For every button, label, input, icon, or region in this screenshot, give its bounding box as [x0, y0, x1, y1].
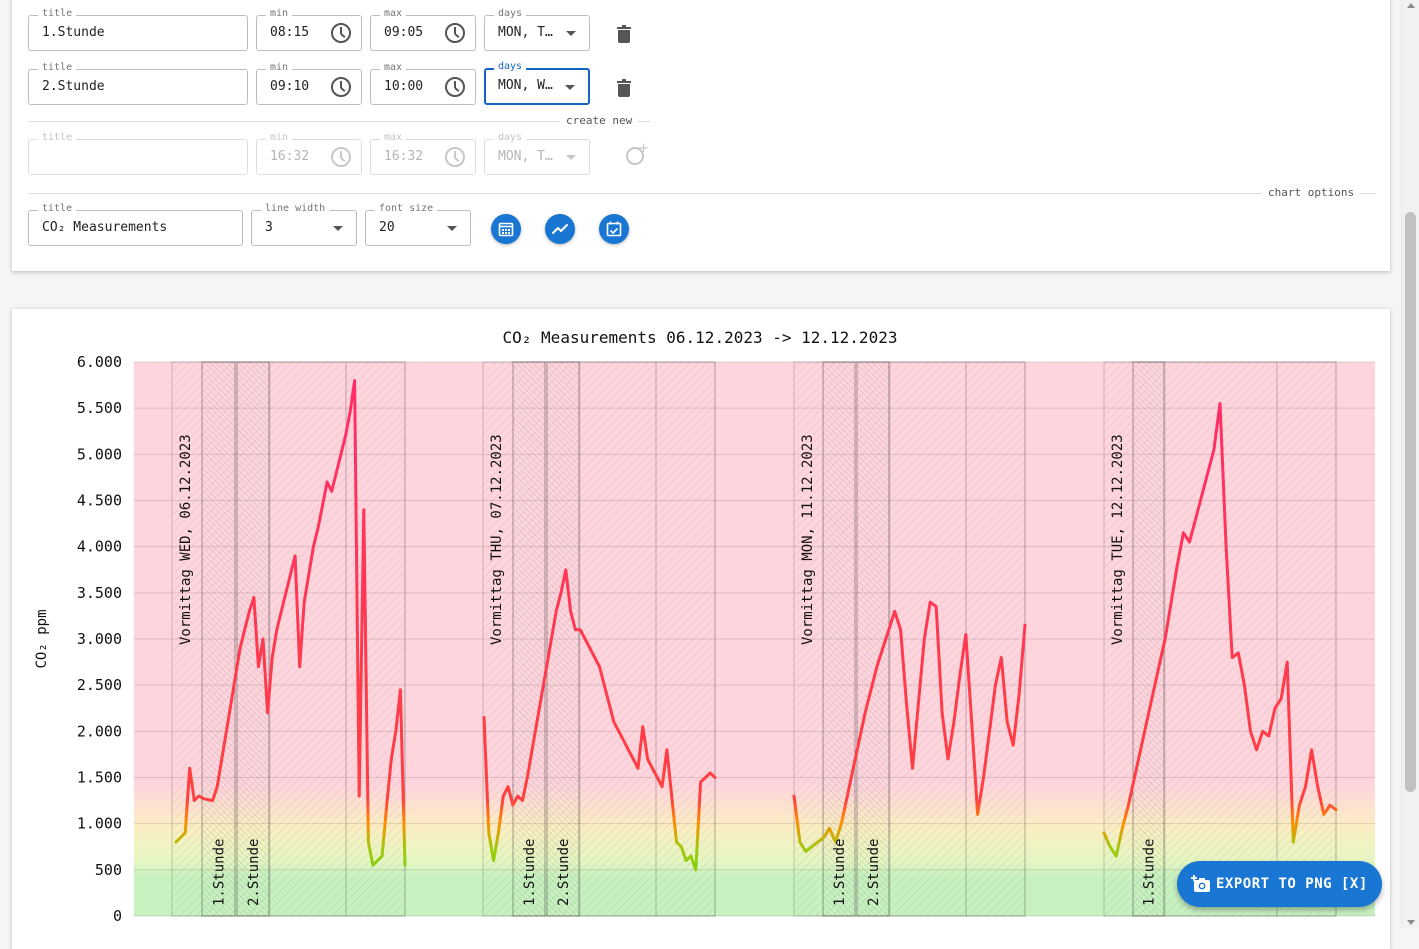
y-tick-label: 2.000 — [77, 722, 122, 740]
y-tick-label: 6.000 — [77, 353, 122, 371]
co2-chart: 0 500 1.000 1.500 2.000 2.500 3.000 3.500 4.000 4… — [34, 328, 1375, 925]
lesson-label: 2.Stunde — [556, 839, 572, 906]
vertical-scrollbar[interactable] — [1401, 0, 1419, 928]
add-photo-icon — [1191, 875, 1210, 892]
y-tick-label: 4.500 — [77, 492, 122, 510]
day-label: Vormittag WED, 06.12.2023 — [178, 434, 194, 645]
export-to-png-button[interactable]: EXPORT TO PNG [X] — [1177, 861, 1382, 907]
lesson-label: 1.Stunde — [522, 839, 538, 906]
scroll-down-arrow-icon[interactable] — [1407, 920, 1415, 925]
lesson-label: 1.Stunde — [832, 839, 848, 906]
lesson-label: 2.Stunde — [246, 839, 262, 906]
y-axis-ticks: 0 500 1.000 1.500 2.000 2.500 3.000 3.500 4.000 4… — [77, 353, 122, 925]
y-tick-label: 1.500 — [77, 769, 122, 787]
y-tick-label: 5.500 — [77, 399, 122, 417]
y-tick-label: 5.000 — [77, 445, 122, 463]
y-tick-label: 500 — [95, 861, 122, 879]
lesson-band — [1132, 361, 1165, 917]
lesson-band — [856, 361, 890, 917]
y-tick-label: 0 — [113, 907, 122, 925]
y-tick-label: 2.500 — [77, 676, 122, 694]
y-tick-label: 4.000 — [77, 538, 122, 556]
lesson-label: 1.Stunde — [212, 839, 228, 906]
day-label: Vormittag THU, 07.12.2023 — [489, 434, 505, 645]
lesson-label: 2.Stunde — [866, 839, 882, 906]
y-tick-label: 3.000 — [77, 630, 122, 648]
lesson-band — [201, 361, 236, 917]
y-axis-label: CO₂ ppm — [34, 609, 50, 668]
scroll-thumb[interactable] — [1405, 212, 1416, 792]
day-label: Vormittag MON, 11.12.2023 — [800, 434, 816, 645]
day-label: Vormittag TUE, 12.12.2023 — [1110, 434, 1126, 645]
lesson-label: 1.Stunde — [1142, 839, 1158, 906]
chart-title: CO₂ Measurements 06.12.2023 -> 12.12.202… — [503, 328, 898, 347]
y-tick-label: 1.000 — [77, 815, 122, 833]
scroll-up-arrow-icon[interactable] — [1407, 3, 1415, 8]
y-tick-label: 3.500 — [77, 584, 122, 602]
lesson-band — [512, 361, 546, 917]
